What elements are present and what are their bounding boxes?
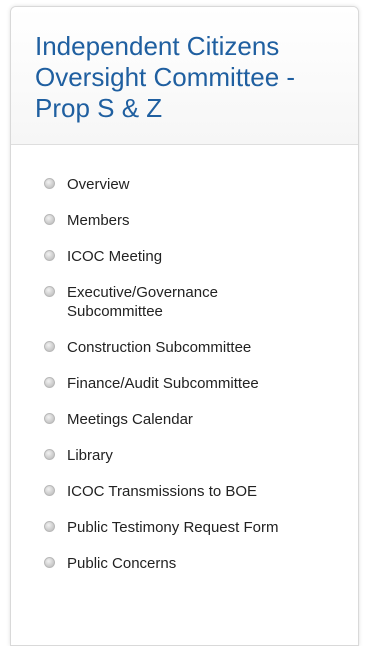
- bullet-icon: [44, 250, 55, 261]
- nav-item-label[interactable]: Overview: [67, 175, 297, 194]
- nav-item-executive-governance[interactable]: Executive/Governance Subcommittee: [44, 283, 358, 321]
- nav-item-members[interactable]: Members: [44, 211, 358, 230]
- bullet-icon: [44, 485, 55, 496]
- bullet-icon: [44, 413, 55, 424]
- nav-item-finance-audit[interactable]: Finance/Audit Subcommittee: [44, 374, 358, 393]
- nav-item-icoc-transmissions[interactable]: ICOC Transmissions to BOE: [44, 482, 358, 501]
- bullet-icon: [44, 286, 55, 297]
- nav-item-label[interactable]: Meetings Calendar: [67, 410, 297, 429]
- nav-item-icoc-meeting[interactable]: ICOC Meeting: [44, 247, 358, 266]
- nav-item-label[interactable]: Executive/Governance Subcommittee: [67, 283, 297, 321]
- sidebar-nav: Overview Members ICOC Meeting Executive/…: [11, 145, 358, 573]
- nav-item-label[interactable]: Members: [67, 211, 297, 230]
- nav-item-label[interactable]: ICOC Meeting: [67, 247, 297, 266]
- bullet-icon: [44, 341, 55, 352]
- bullet-icon: [44, 521, 55, 532]
- nav-item-construction[interactable]: Construction Subcommittee: [44, 338, 358, 357]
- panel-title: Independent Citizens Oversight Committee…: [35, 31, 296, 123]
- nav-item-public-testimony[interactable]: Public Testimony Request Form: [44, 518, 358, 537]
- bullet-icon: [44, 214, 55, 225]
- nav-item-label[interactable]: Public Testimony Request Form: [67, 518, 297, 537]
- nav-item-label[interactable]: Construction Subcommittee: [67, 338, 297, 357]
- nav-item-meetings-calendar[interactable]: Meetings Calendar: [44, 410, 358, 429]
- nav-item-label[interactable]: Public Concerns: [67, 554, 297, 573]
- bullet-icon: [44, 178, 55, 189]
- bullet-icon: [44, 557, 55, 568]
- nav-item-label[interactable]: ICOC Transmissions to BOE: [67, 482, 297, 501]
- nav-item-library[interactable]: Library: [44, 446, 358, 465]
- nav-item-public-concerns[interactable]: Public Concerns: [44, 554, 358, 573]
- bullet-icon: [44, 377, 55, 388]
- nav-item-label[interactable]: Library: [67, 446, 297, 465]
- panel-header: Independent Citizens Oversight Committee…: [11, 7, 358, 145]
- nav-item-label[interactable]: Finance/Audit Subcommittee: [67, 374, 297, 393]
- bullet-icon: [44, 449, 55, 460]
- sidebar-panel: Independent Citizens Oversight Committee…: [10, 6, 359, 646]
- nav-item-overview[interactable]: Overview: [44, 175, 358, 194]
